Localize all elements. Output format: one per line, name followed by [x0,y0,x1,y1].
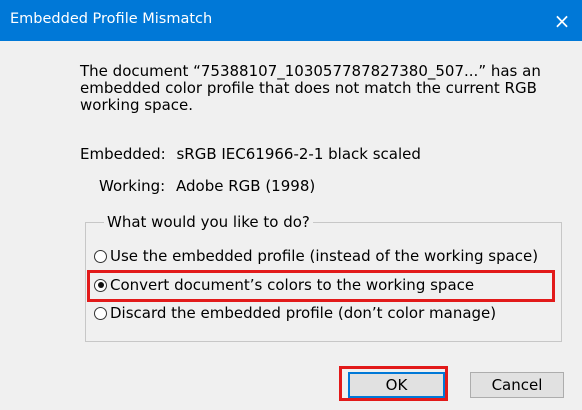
window-title: Embedded Profile Mismatch [10,11,213,27]
embedded-row: Embedded: sRGB IEC61966-2-1 black scaled [80,145,421,163]
options-group: What would you like to do? Use the embed… [85,213,562,342]
dialog-body: The document “75388107_103057787827380_5… [0,41,582,410]
working-row: Working: Adobe RGB (1998) [99,177,315,195]
options-legend: What would you like to do? [104,213,313,231]
title-bar: Embedded Profile Mismatch × [0,0,582,41]
working-value: Adobe RGB (1998) [176,177,316,195]
mismatch-message: The document “75388107_103057787827380_5… [80,62,541,114]
option-label: Convert document’s colors to the working… [110,276,475,294]
embedded-value: sRGB IEC61966-2-1 black scaled [176,145,421,163]
close-button[interactable]: × [542,0,582,41]
option-use-embedded[interactable]: Use the embedded profile (instead of the… [94,245,538,267]
option-convert-colors[interactable]: Convert document’s colors to the working… [94,274,474,296]
ok-button[interactable]: OK [348,372,445,398]
radio-button[interactable] [94,249,107,263]
cancel-button[interactable]: Cancel [470,372,564,398]
option-label: Use the embedded profile (instead of the… [110,247,539,265]
working-label: Working: [99,177,166,195]
option-discard-profile[interactable]: Discard the embedded profile (don’t colo… [94,302,496,324]
radio-button-selected[interactable] [94,278,107,292]
embedded-label: Embedded: [80,145,166,163]
close-icon: × [553,8,571,33]
option-label: Discard the embedded profile (don’t colo… [110,304,497,322]
radio-button[interactable] [94,306,107,320]
